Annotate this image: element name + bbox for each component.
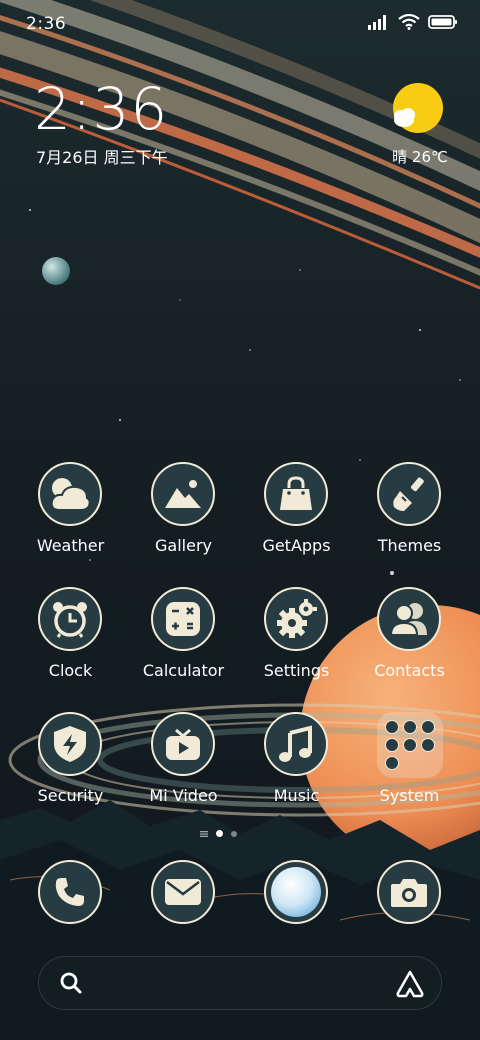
phone-icon bbox=[38, 860, 102, 924]
app-label: Mi Video bbox=[149, 786, 218, 805]
app-contacts[interactable]: Contacts bbox=[353, 587, 466, 697]
app-label: System bbox=[379, 786, 440, 805]
dock-browser[interactable] bbox=[240, 860, 353, 970]
wifi-icon bbox=[398, 14, 420, 30]
app-label: Themes bbox=[377, 536, 442, 555]
paint-brush-icon bbox=[377, 462, 441, 526]
dock-phone[interactable] bbox=[14, 860, 127, 970]
clock-widget-date[interactable]: 7月26日 周三下午 bbox=[36, 144, 168, 168]
app-themes[interactable]: Themes bbox=[353, 462, 466, 572]
cloud-icon bbox=[38, 462, 102, 526]
app-getapps[interactable]: GetApps bbox=[240, 462, 353, 572]
camera-icon bbox=[377, 860, 441, 924]
app-label: Clock bbox=[48, 661, 93, 680]
gears-icon bbox=[264, 587, 328, 651]
page-dot-active bbox=[216, 830, 223, 837]
music-note-icon bbox=[264, 712, 328, 776]
page-indicator[interactable] bbox=[200, 830, 237, 837]
search-bar[interactable] bbox=[38, 956, 442, 1010]
app-security[interactable]: Security bbox=[14, 712, 127, 822]
sun-cloud-icon bbox=[393, 83, 443, 133]
weather-text: 晴 26℃ bbox=[392, 148, 448, 166]
app-label: Weather bbox=[36, 536, 105, 555]
app-gallery[interactable]: Gallery bbox=[127, 462, 240, 572]
signal-icon bbox=[368, 15, 386, 30]
envelope-icon bbox=[151, 860, 215, 924]
battery-icon bbox=[428, 15, 457, 29]
calculator-icon bbox=[151, 587, 215, 651]
search-icon[interactable] bbox=[59, 971, 83, 995]
app-clock[interactable]: Clock bbox=[14, 587, 127, 697]
page-dot bbox=[231, 830, 237, 837]
tv-play-icon bbox=[151, 712, 215, 776]
app-system-folder[interactable]: System bbox=[353, 712, 466, 822]
alarm-clock-icon bbox=[38, 587, 102, 651]
app-mi-video[interactable]: Mi Video bbox=[127, 712, 240, 822]
dock-camera[interactable] bbox=[353, 860, 466, 970]
status-bar: 2:36 bbox=[0, 0, 480, 50]
weather-widget[interactable]: 晴 26℃ bbox=[382, 82, 458, 168]
dock-messages[interactable] bbox=[127, 860, 240, 970]
people-icon bbox=[377, 587, 441, 651]
clock-widget-time[interactable]: 2:36 bbox=[34, 76, 168, 142]
status-icons bbox=[368, 14, 458, 30]
shield-bolt-icon bbox=[38, 712, 102, 776]
app-music[interactable]: Music bbox=[240, 712, 353, 822]
app-label: Gallery bbox=[155, 536, 212, 555]
assistant-icon[interactable] bbox=[395, 969, 425, 999]
mountain-icon bbox=[151, 462, 215, 526]
app-label: Music bbox=[273, 786, 320, 805]
app-label: Calculator bbox=[142, 661, 225, 680]
app-label: Contacts bbox=[374, 661, 445, 680]
list-page-icon bbox=[200, 830, 208, 837]
app-label: Settings bbox=[263, 661, 330, 680]
status-time: 2:36 bbox=[26, 14, 67, 34]
app-label: Security bbox=[37, 786, 104, 805]
shopping-bag-icon bbox=[264, 462, 328, 526]
app-calculator[interactable]: Calculator bbox=[127, 587, 240, 697]
folder-icon bbox=[377, 712, 443, 778]
app-label: GetApps bbox=[262, 536, 331, 555]
app-settings[interactable]: Settings bbox=[240, 587, 353, 697]
browser-bubble-icon bbox=[264, 860, 328, 924]
app-weather[interactable]: Weather bbox=[14, 462, 127, 572]
